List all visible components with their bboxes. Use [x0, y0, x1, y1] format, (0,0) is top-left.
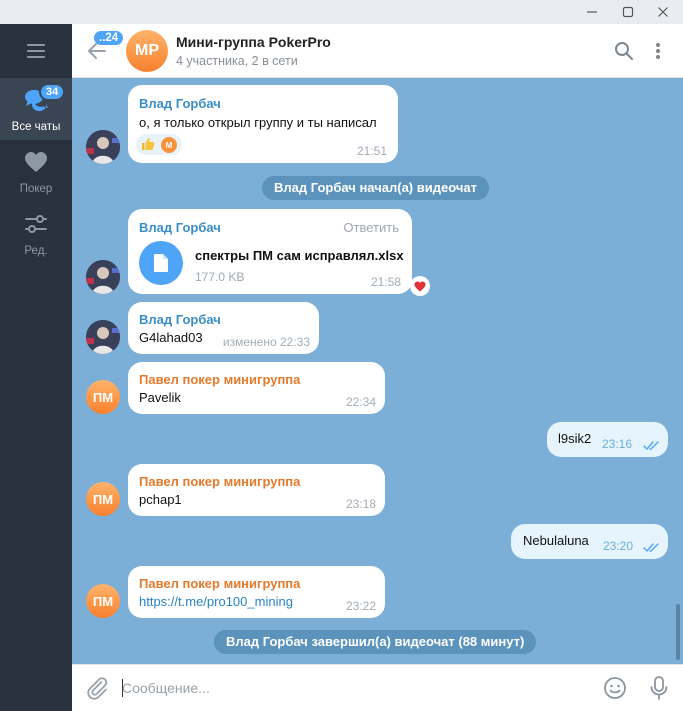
message-text: G4lahad03: [139, 330, 203, 345]
avatar[interactable]: [86, 320, 120, 354]
message-bubble[interactable]: Павел покер минигруппа pchap1 23:18: [128, 464, 385, 516]
mic-icon[interactable]: [648, 675, 670, 706]
outgoing-message-bubble[interactable]: Nebulaluna 23:20: [511, 524, 668, 559]
chat-header: ..24 MP Мини-группа PokerPro 4 участника…: [72, 24, 683, 78]
message-time: 21:58: [370, 275, 401, 289]
heart-reaction-icon[interactable]: [410, 276, 430, 296]
sliders-icon: [24, 214, 48, 239]
folders-sidebar: 34 Все чаты Покер Ред.: [0, 24, 72, 711]
message-time: изменено 22:33: [222, 335, 310, 349]
chat-status: 4 участника, 2 в сети: [176, 54, 298, 68]
file-size: 177.0 KB: [195, 270, 245, 284]
folder-edit[interactable]: Ред.: [0, 202, 72, 264]
window-title-bar: [0, 0, 683, 24]
attach-icon[interactable]: [85, 676, 109, 705]
message-bubble[interactable]: Влад Горбач G4lahad03 изменено 22:33: [128, 302, 319, 354]
file-name[interactable]: спектры ПМ сам исправлял.xlsx: [195, 248, 404, 263]
service-message: Влад Горбач начал(а) видеочат: [262, 176, 489, 200]
message-time: 23:18: [345, 497, 376, 511]
service-message: Влад Горбач завершил(а) видеочат (88 мин…: [214, 630, 537, 654]
message-text: Nebulaluna: [523, 533, 589, 548]
hamburger-icon[interactable]: [0, 24, 72, 78]
reaction-avatar-icon: M: [161, 137, 177, 153]
reply-button[interactable]: Ответить: [343, 220, 399, 235]
minimize-icon[interactable]: [577, 0, 607, 24]
message-time: 21:51: [356, 144, 387, 158]
document-icon[interactable]: [139, 241, 183, 285]
messages-area[interactable]: Влад Горбач о, я только открыл группу и …: [72, 78, 683, 664]
message-text: Pavelik: [139, 390, 181, 405]
sender-name[interactable]: Павел покер минигруппа: [139, 474, 300, 489]
sender-name[interactable]: Павел покер минигруппа: [139, 372, 300, 387]
group-avatar[interactable]: MP: [126, 30, 168, 72]
close-icon[interactable]: [648, 0, 678, 24]
double-check-icon: [643, 540, 660, 558]
message-bubble[interactable]: Павел покер минигруппа https://t.me/pro1…: [128, 566, 385, 618]
double-check-icon: [643, 438, 660, 456]
folder-label: Ред.: [24, 245, 48, 257]
heart-icon: [24, 151, 48, 178]
message-text: pchap1: [139, 492, 182, 507]
reaction-chip[interactable]: M: [136, 134, 182, 155]
message-bubble[interactable]: Павел покер минигруппа Pavelik 22:34: [128, 362, 385, 414]
avatar[interactable]: ПМ: [86, 482, 120, 516]
folder-all-chats[interactable]: 34 Все чаты: [0, 78, 72, 140]
emoji-icon[interactable]: [603, 676, 627, 705]
chat-title[interactable]: Мини-группа PokerPro: [176, 34, 331, 50]
message-input[interactable]: [122, 665, 592, 711]
message-time: 23:22: [345, 599, 376, 613]
message-bubble[interactable]: Влад Горбач Ответить спектры ПМ сам испр…: [128, 209, 412, 294]
sender-name[interactable]: Влад Горбач: [139, 312, 221, 327]
avatar[interactable]: ПМ: [86, 380, 120, 414]
avatar[interactable]: [86, 260, 120, 294]
sender-name[interactable]: Влад Горбач: [139, 220, 221, 235]
unread-badge: 34: [39, 83, 66, 101]
maximize-icon[interactable]: [613, 0, 643, 24]
composer-bar: [72, 664, 683, 711]
search-icon[interactable]: [612, 39, 636, 63]
message-time: 23:16: [602, 437, 633, 451]
folder-label: Покер: [19, 183, 53, 195]
sender-name[interactable]: Павел покер минигруппа: [139, 576, 300, 591]
more-vertical-icon[interactable]: [646, 39, 670, 63]
message-time: 22:34: [345, 395, 376, 409]
message-text: l9sik2: [558, 431, 592, 446]
thumbs-up-icon: [140, 136, 156, 157]
message-bubble[interactable]: Влад Горбач о, я только открыл группу и …: [128, 85, 398, 163]
back-unread-badge: ..24: [94, 31, 124, 45]
avatar[interactable]: ПМ: [86, 584, 120, 618]
outgoing-message-bubble[interactable]: l9sik2 23:16: [547, 422, 668, 457]
message-time: 23:20: [603, 539, 634, 553]
text-caret: [122, 679, 123, 697]
message-link[interactable]: https://t.me/pro100_mining: [139, 594, 293, 609]
scrollbar[interactable]: [676, 604, 680, 660]
folder-poker[interactable]: Покер: [0, 140, 72, 202]
folder-label: Все чаты: [11, 121, 61, 133]
message-text: о, я только открыл группу и ты написал: [139, 115, 377, 130]
avatar[interactable]: [86, 130, 120, 164]
sender-name[interactable]: Влад Горбач: [139, 96, 221, 111]
